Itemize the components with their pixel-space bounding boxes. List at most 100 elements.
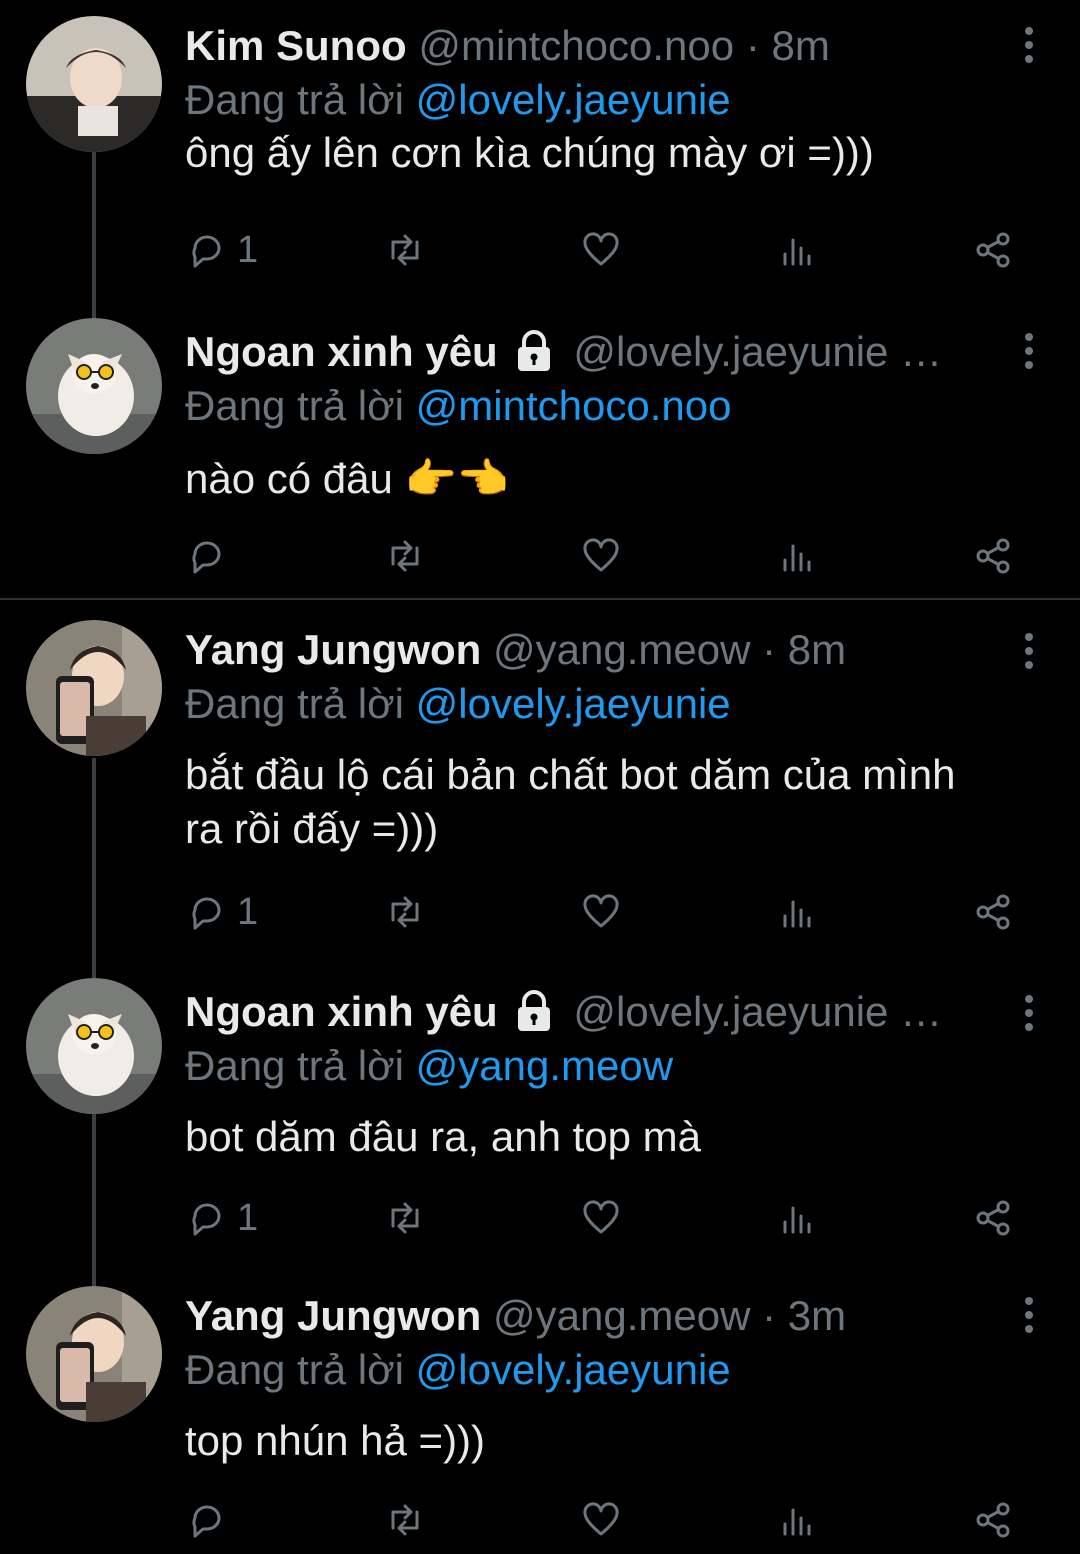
reply-button[interactable]: 1 <box>187 1196 258 1240</box>
tweet[interactable]: Ngoan xinh yêu @lovely.jaeyunie … Đang t… <box>0 306 1080 598</box>
display-name[interactable]: Ngoan xinh yêu <box>185 328 498 375</box>
replying-to-label: Đang trả lời <box>185 680 404 727</box>
tweet[interactable]: Kim Sunoo @mintchoco.noo · 8m Đang trả l… <box>0 0 1080 300</box>
mention-link[interactable]: @lovely.jaeyunie <box>416 1346 731 1393</box>
tweet[interactable]: Yang Jungwon @yang.meow · 3m Đang trả lờ… <box>0 1274 1080 1554</box>
replying-to: Đang trả lời @lovely.jaeyunie <box>185 678 731 730</box>
display-name[interactable]: Ngoan xinh yêu <box>185 988 498 1035</box>
more-icon[interactable] <box>1022 1296 1036 1334</box>
share-icon <box>976 894 1010 930</box>
mention-link[interactable]: @yang.meow <box>416 1042 673 1089</box>
views-icon <box>783 238 811 266</box>
views-button[interactable] <box>777 890 817 934</box>
retweet-icon <box>391 1504 419 1536</box>
heart-icon <box>583 1502 619 1536</box>
share-icon <box>976 538 1010 574</box>
handle[interactable]: @mintchoco.noo <box>418 22 734 69</box>
tweet-actions: 1 <box>185 890 1025 934</box>
replying-to-label: Đang trả lời <box>185 76 404 123</box>
heart-icon <box>583 538 619 572</box>
share-button[interactable] <box>973 228 1013 272</box>
views-icon <box>783 900 811 928</box>
mention-link[interactable]: @lovely.jaeyunie <box>416 680 731 727</box>
avatar[interactable] <box>26 620 162 756</box>
retweet-button[interactable] <box>385 534 425 578</box>
separator-dot: · <box>762 1292 777 1339</box>
replying-to: Đang trả lời @lovely.jaeyunie <box>185 74 731 126</box>
avatar[interactable] <box>26 978 162 1114</box>
tweet-actions <box>185 534 1025 578</box>
reply-icon <box>192 1505 221 1538</box>
retweet-icon <box>391 1202 419 1234</box>
tweet-actions: 1 <box>185 1196 1025 1240</box>
tweet-header: Ngoan xinh yêu @lovely.jaeyunie … <box>185 984 990 1040</box>
tweet[interactable]: Ngoan xinh yêu @lovely.jaeyunie … Đang t… <box>0 968 1080 1268</box>
views-icon <box>783 1206 811 1234</box>
reply-icon <box>192 541 221 574</box>
more-icon[interactable] <box>1022 26 1036 64</box>
views-button[interactable] <box>777 534 817 578</box>
reply-count: 1 <box>237 890 259 933</box>
mention-link[interactable]: @mintchoco.noo <box>416 382 732 429</box>
like-button[interactable] <box>581 534 621 578</box>
replying-to: Đang trả lời @yang.meow <box>185 1040 673 1092</box>
reply-count: 1 <box>237 1196 259 1239</box>
views-button[interactable] <box>777 1498 817 1542</box>
more-icon[interactable] <box>1022 994 1036 1032</box>
share-button[interactable] <box>973 890 1013 934</box>
timestamp[interactable]: 8m <box>771 22 829 69</box>
display-name[interactable]: Yang Jungwon <box>185 1292 481 1339</box>
retweet-icon <box>391 540 419 572</box>
share-button[interactable] <box>973 1196 1013 1240</box>
retweet-icon <box>391 896 419 928</box>
like-button[interactable] <box>581 890 621 934</box>
views-button[interactable] <box>777 228 817 272</box>
tweet-text: nào có đâu 👉👈 <box>185 455 510 502</box>
retweet-button[interactable] <box>385 1498 425 1542</box>
reply-button[interactable]: 1 <box>187 890 258 934</box>
reply-count: 1 <box>237 228 259 271</box>
heart-icon <box>583 1200 619 1234</box>
retweet-button[interactable] <box>385 890 425 934</box>
reply-button[interactable] <box>187 534 237 578</box>
reply-icon <box>192 1203 221 1236</box>
tweet-actions: 1 <box>185 228 1025 272</box>
display-name[interactable]: Yang Jungwon <box>185 626 481 673</box>
like-button[interactable] <box>581 228 621 272</box>
tweet[interactable]: Yang Jungwon @yang.meow · 8m Đang trả lờ… <box>0 606 1080 958</box>
tweet-actions <box>185 1498 1025 1542</box>
timestamp[interactable]: 3m <box>788 1292 846 1339</box>
handle[interactable]: @yang.meow <box>493 626 750 673</box>
share-button[interactable] <box>973 534 1013 578</box>
more-icon[interactable] <box>1022 332 1036 370</box>
like-button[interactable] <box>581 1196 621 1240</box>
retweet-button[interactable] <box>385 1196 425 1240</box>
views-icon <box>783 544 811 572</box>
display-name[interactable]: Kim Sunoo <box>185 22 407 69</box>
more-icon[interactable] <box>1022 632 1036 670</box>
handle[interactable]: @lovely.jaeyunie … <box>573 328 942 375</box>
replying-to: Đang trả lời @mintchoco.noo <box>185 380 731 432</box>
avatar[interactable] <box>26 318 162 454</box>
heart-icon <box>583 894 619 928</box>
avatar[interactable] <box>26 16 162 152</box>
avatar[interactable] <box>26 1286 162 1422</box>
views-button[interactable] <box>777 1196 817 1240</box>
reply-button[interactable] <box>187 1498 237 1542</box>
retweet-icon <box>391 234 419 266</box>
lock-icon <box>517 989 550 1031</box>
share-icon <box>976 1200 1010 1236</box>
tweet-header: Yang Jungwon @yang.meow · 3m <box>185 1288 990 1344</box>
tweet-text: top nhún hả =))) <box>185 1417 486 1464</box>
handle[interactable]: @yang.meow <box>493 1292 750 1339</box>
retweet-button[interactable] <box>385 228 425 272</box>
reply-icon <box>192 235 221 268</box>
handle[interactable]: @lovely.jaeyunie … <box>573 988 942 1035</box>
mention-link[interactable]: @lovely.jaeyunie <box>416 76 731 123</box>
thread-divider <box>0 598 1080 600</box>
timestamp[interactable]: 8m <box>788 626 846 673</box>
like-button[interactable] <box>581 1498 621 1542</box>
reply-button[interactable]: 1 <box>187 228 258 272</box>
views-icon <box>783 1508 811 1536</box>
share-button[interactable] <box>973 1498 1013 1542</box>
